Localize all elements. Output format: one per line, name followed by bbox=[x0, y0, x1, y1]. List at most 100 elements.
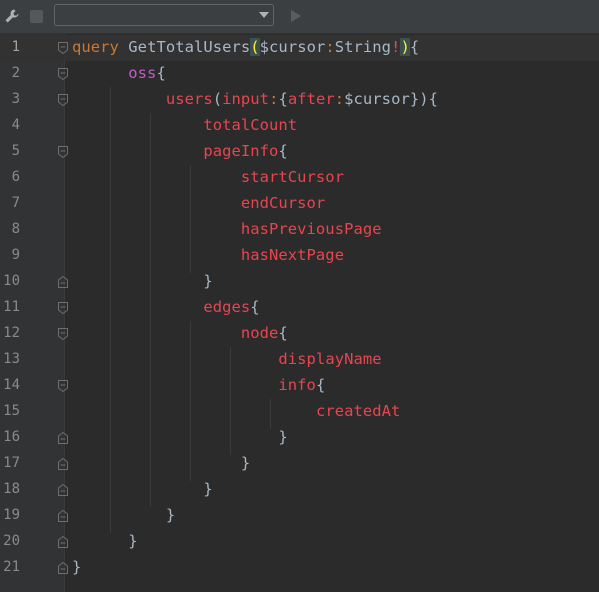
code-token: $cursor bbox=[344, 90, 410, 108]
code-line[interactable]: 19 } bbox=[0, 503, 599, 529]
fold-close-icon[interactable] bbox=[58, 536, 68, 548]
code-token: } bbox=[278, 428, 288, 446]
code-line[interactable]: 16 } bbox=[0, 425, 599, 451]
code-text: node{ bbox=[72, 324, 288, 342]
code-line[interactable]: 7 endCursor bbox=[0, 191, 599, 217]
code-token: { bbox=[278, 90, 288, 108]
code-token: { bbox=[156, 64, 166, 82]
fold-close-icon[interactable] bbox=[58, 484, 68, 496]
fold-open-icon[interactable] bbox=[58, 146, 68, 158]
code-line[interactable]: 1 query GetTotalUsers($cursor:String!){ bbox=[0, 35, 599, 61]
code-line[interactable]: 14 info{ bbox=[0, 373, 599, 399]
line-number: 14 bbox=[3, 377, 20, 393]
endpoint-select[interactable] bbox=[54, 4, 274, 26]
code-text: } bbox=[72, 532, 138, 550]
code-token: : bbox=[334, 90, 345, 108]
line-number: 11 bbox=[3, 299, 20, 315]
code-token: { bbox=[250, 298, 260, 316]
code-token: createdAt bbox=[315, 402, 401, 420]
line-number: 2 bbox=[11, 65, 20, 81]
code-line[interactable]: 18 } bbox=[0, 477, 599, 503]
fold-open-icon[interactable] bbox=[58, 380, 68, 392]
code-line[interactable]: 21} bbox=[0, 555, 599, 581]
fold-open-icon[interactable] bbox=[58, 94, 68, 106]
stop-icon[interactable] bbox=[30, 10, 43, 23]
fold-close-icon[interactable] bbox=[58, 510, 68, 522]
line-number: 4 bbox=[11, 117, 20, 133]
code-token: { bbox=[278, 142, 288, 160]
code-token: { bbox=[409, 38, 420, 56]
code-line[interactable]: 8 hasPreviousPage bbox=[0, 217, 599, 243]
fold-close-icon[interactable] bbox=[58, 432, 68, 444]
code-line[interactable]: 11 edges{ bbox=[0, 295, 599, 321]
fold-open-icon[interactable] bbox=[58, 42, 68, 54]
code-token: input bbox=[222, 90, 270, 108]
line-number: 21 bbox=[3, 559, 20, 575]
code-line[interactable]: 4 totalCount bbox=[0, 113, 599, 139]
code-text: } bbox=[72, 454, 250, 472]
code-token: { bbox=[278, 324, 288, 342]
fold-open-icon[interactable] bbox=[58, 328, 68, 340]
code-token: } bbox=[203, 480, 213, 498]
code-token: hasPreviousPage bbox=[240, 220, 382, 238]
code-token: pageInfo bbox=[203, 142, 279, 160]
fold-close-icon[interactable] bbox=[58, 458, 68, 470]
line-number: 8 bbox=[11, 221, 20, 237]
code-token: { bbox=[315, 376, 326, 394]
line-number: 1 bbox=[11, 39, 20, 55]
code-editor[interactable]: 1 query GetTotalUsers($cursor:String!){2 … bbox=[0, 34, 599, 592]
code-text: edges{ bbox=[72, 298, 260, 316]
code-token: } bbox=[240, 454, 251, 472]
code-text: } bbox=[72, 506, 175, 524]
code-text: displayName bbox=[72, 350, 382, 368]
code-line[interactable]: 2 oss{ bbox=[0, 61, 599, 87]
line-number: 6 bbox=[11, 169, 20, 185]
code-token: oss bbox=[128, 64, 157, 82]
code-token: : bbox=[325, 38, 335, 56]
fold-close-icon[interactable] bbox=[58, 562, 68, 574]
code-token: { bbox=[428, 90, 438, 108]
code-line[interactable]: 5 pageInfo{ bbox=[0, 139, 599, 165]
code-token: ( bbox=[250, 38, 260, 56]
wrench-icon[interactable] bbox=[4, 8, 20, 24]
code-line[interactable]: 17 } bbox=[0, 451, 599, 477]
code-line[interactable]: 6 startCursor bbox=[0, 165, 599, 191]
code-line[interactable]: 13 displayName bbox=[0, 347, 599, 373]
line-number: 13 bbox=[3, 351, 20, 367]
line-number: 9 bbox=[11, 247, 20, 263]
code-text: startCursor bbox=[72, 168, 344, 186]
code-line[interactable]: 12 node{ bbox=[0, 321, 599, 347]
fold-open-icon[interactable] bbox=[58, 68, 68, 80]
code-token: displayName bbox=[278, 350, 382, 368]
code-text: } bbox=[72, 272, 213, 290]
code-line[interactable]: 9 hasNextPage bbox=[0, 243, 599, 269]
code-line[interactable]: 15 createdAt bbox=[0, 399, 599, 425]
code-text: } bbox=[72, 558, 81, 576]
code-text: totalCount bbox=[72, 116, 297, 134]
fold-close-icon[interactable] bbox=[58, 276, 68, 288]
fold-open-icon[interactable] bbox=[58, 302, 68, 314]
play-icon[interactable] bbox=[290, 10, 302, 22]
code-token: startCursor bbox=[240, 168, 345, 186]
code-text: hasPreviousPage bbox=[72, 220, 382, 238]
code-line[interactable]: 10 } bbox=[0, 269, 599, 295]
line-number: 5 bbox=[11, 143, 20, 159]
code-line[interactable]: 20 } bbox=[0, 529, 599, 555]
code-token: GetTotalUsers bbox=[118, 38, 251, 56]
code-text: users(input:{after:$cursor}){ bbox=[72, 90, 438, 108]
code-text: } bbox=[72, 480, 213, 498]
code-line[interactable]: 3 users(input:{after:$cursor}){ bbox=[0, 87, 599, 113]
code-token: ( bbox=[212, 90, 223, 108]
line-number: 10 bbox=[3, 273, 20, 289]
